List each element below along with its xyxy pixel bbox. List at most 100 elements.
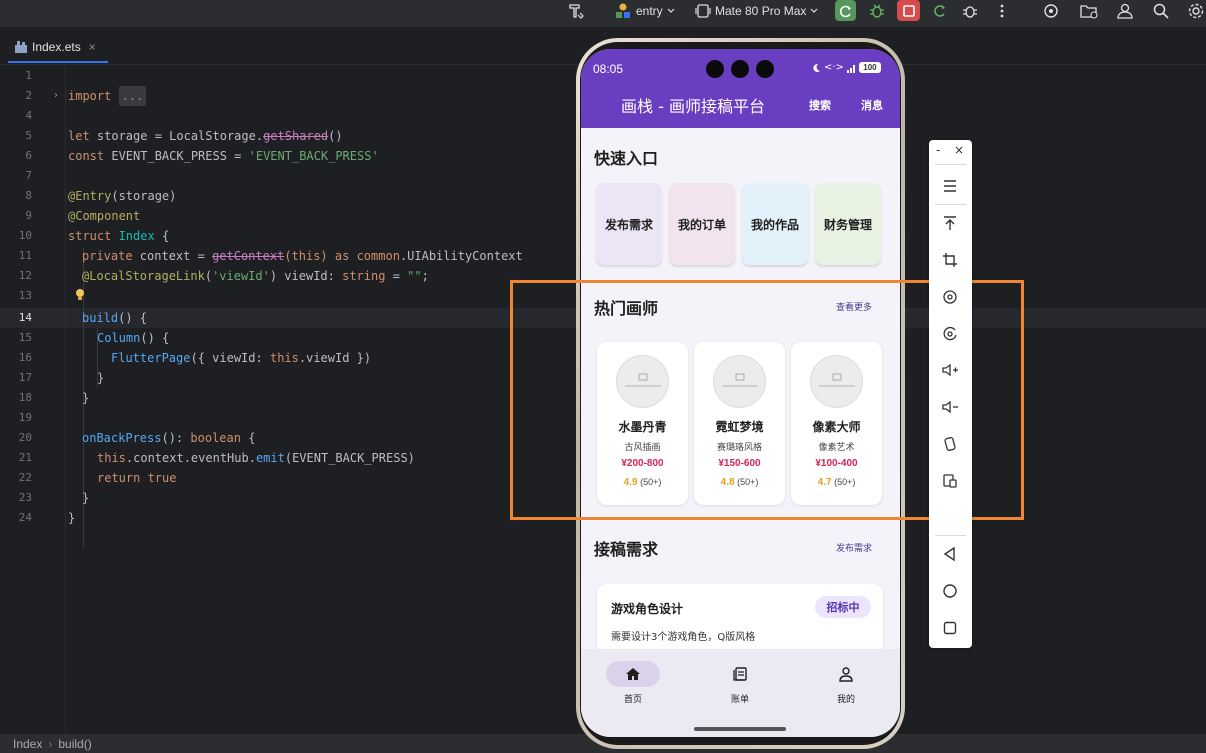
breadcrumb-index[interactable]: Index xyxy=(13,737,42,751)
code-token: .context.eventHub. xyxy=(125,451,256,465)
search-button[interactable] xyxy=(1152,0,1170,22)
home-indicator[interactable] xyxy=(694,727,786,731)
line-number: 24 xyxy=(18,511,32,524)
fold-expand-icon[interactable]: › xyxy=(54,86,58,106)
quick-entry-card[interactable]: 我的作品 xyxy=(742,183,808,265)
code-token: { xyxy=(154,229,170,243)
signal-icon xyxy=(846,64,855,73)
device-selector[interactable]: Mate 80 Pro Max xyxy=(695,0,819,22)
fold-placeholder[interactable]: ... xyxy=(118,86,147,106)
rotate-button[interactable] xyxy=(939,286,961,308)
code-token: (storage) xyxy=(111,189,177,203)
run-button[interactable] xyxy=(835,0,856,21)
nav-profile[interactable]: 我的 xyxy=(806,661,886,705)
volume-up-button[interactable] xyxy=(939,359,961,381)
nav-bills[interactable]: 账单 xyxy=(700,661,780,705)
crop-button[interactable] xyxy=(939,249,961,271)
camera-icon xyxy=(731,60,749,78)
close-button[interactable]: × xyxy=(954,143,964,157)
stop-button[interactable] xyxy=(897,0,920,21)
menu-button[interactable] xyxy=(939,175,961,197)
quick-entry-card[interactable]: 我的订单 xyxy=(669,183,735,265)
recents-button[interactable] xyxy=(939,617,961,639)
rotate-reverse-button[interactable] xyxy=(939,323,961,345)
toolbar-divider xyxy=(935,164,966,165)
breadcrumb-separator: › xyxy=(48,736,53,751)
device-manager-button[interactable] xyxy=(1042,0,1060,22)
messages-button[interactable]: 消息 xyxy=(861,97,883,113)
line-number: 22 xyxy=(18,471,32,484)
line-number: 11 xyxy=(18,249,32,262)
screenshot-icon xyxy=(943,474,957,488)
toolbar-divider xyxy=(935,204,966,205)
settings-button[interactable] xyxy=(1187,0,1205,22)
breadcrumb-build[interactable]: build() xyxy=(58,737,91,751)
debug-button[interactable] xyxy=(868,0,886,22)
more-button[interactable] xyxy=(996,0,1008,22)
home-icon xyxy=(626,668,640,680)
crop-icon xyxy=(943,253,957,267)
code-token: common xyxy=(356,249,400,263)
code-line: @Entry(storage) xyxy=(68,186,176,206)
code-token: const xyxy=(68,149,105,163)
apply-changes-button[interactable] xyxy=(931,0,949,22)
search-button[interactable]: 搜索 xyxy=(809,97,831,113)
account-button[interactable] xyxy=(1116,0,1134,22)
code-line: @LocalStorageLink('viewId') viewId: stri… xyxy=(82,266,429,286)
rotate-reverse-icon xyxy=(943,326,957,341)
line-number: 10 xyxy=(18,229,32,242)
shake-button[interactable] xyxy=(939,433,961,455)
tool-hammer-icon[interactable] xyxy=(566,0,586,22)
home-button[interactable] xyxy=(939,580,961,602)
nav-profile-pill xyxy=(819,661,873,687)
module-selector[interactable]: entry xyxy=(614,0,676,22)
code-token: } xyxy=(82,491,90,505)
menu-icon xyxy=(944,180,956,192)
line-number: 16 xyxy=(18,351,32,364)
line-number: 6 xyxy=(25,149,32,162)
receipt-icon xyxy=(733,667,747,681)
code-token: getShared xyxy=(263,129,329,143)
code-token: FlutterPage xyxy=(111,351,191,365)
code-token: = xyxy=(385,269,408,283)
code-token: this xyxy=(269,351,299,365)
screenshot-button[interactable] xyxy=(939,470,961,492)
code-token: boolean xyxy=(190,431,241,445)
volume-down-button[interactable] xyxy=(939,396,961,418)
lightbulb-icon[interactable] xyxy=(74,287,86,306)
code-line: FlutterPage({ viewId: this.viewId }) xyxy=(111,348,371,368)
quick-entry-card[interactable]: 财务管理 xyxy=(815,183,881,265)
line-number: 17 xyxy=(18,371,32,384)
code-line: } xyxy=(82,488,89,508)
post-request-link[interactable]: 发布需求 xyxy=(836,541,872,554)
quick-entry-title: 快速入口 xyxy=(594,149,659,168)
code-token: storage = LocalStorage. xyxy=(89,129,264,143)
module-icon xyxy=(616,3,630,18)
quick-entry-card[interactable]: 发布需求 xyxy=(596,183,662,265)
nav-label: 账单 xyxy=(730,695,749,705)
code-token: (EVENT_BACK_PRESS) xyxy=(284,451,415,465)
close-icon[interactable]: × xyxy=(89,40,96,54)
back-button[interactable] xyxy=(939,543,961,565)
project-button[interactable] xyxy=(1079,0,1099,22)
shake-icon xyxy=(944,436,956,452)
minimize-button[interactable]: - xyxy=(936,143,940,157)
line-number: 12 xyxy=(18,269,32,282)
line-number: 18 xyxy=(18,391,32,404)
code-token: @LocalStorageLink xyxy=(82,269,205,283)
top-toolbar: entry Mate 80 Pro Max xyxy=(0,0,1206,27)
quick-entry-label: 我的作品 xyxy=(750,217,799,232)
nav-label: 首页 xyxy=(623,695,642,705)
pin-top-button[interactable] xyxy=(939,212,961,234)
tab-index-ets[interactable]: Index.ets × xyxy=(14,37,96,57)
refresh-icon xyxy=(934,5,945,17)
code-token: ; xyxy=(421,269,429,283)
profiler-button[interactable] xyxy=(961,0,979,22)
code-token: ) viewId: xyxy=(269,269,343,283)
code-token: 'EVENT_BACK_PRESS' xyxy=(248,149,379,163)
code-token: struct xyxy=(68,229,112,243)
rerun-icon xyxy=(839,5,851,17)
nav-home[interactable]: 首页 xyxy=(593,661,673,705)
code-line: return true xyxy=(97,468,176,488)
camera-icon xyxy=(706,60,724,78)
